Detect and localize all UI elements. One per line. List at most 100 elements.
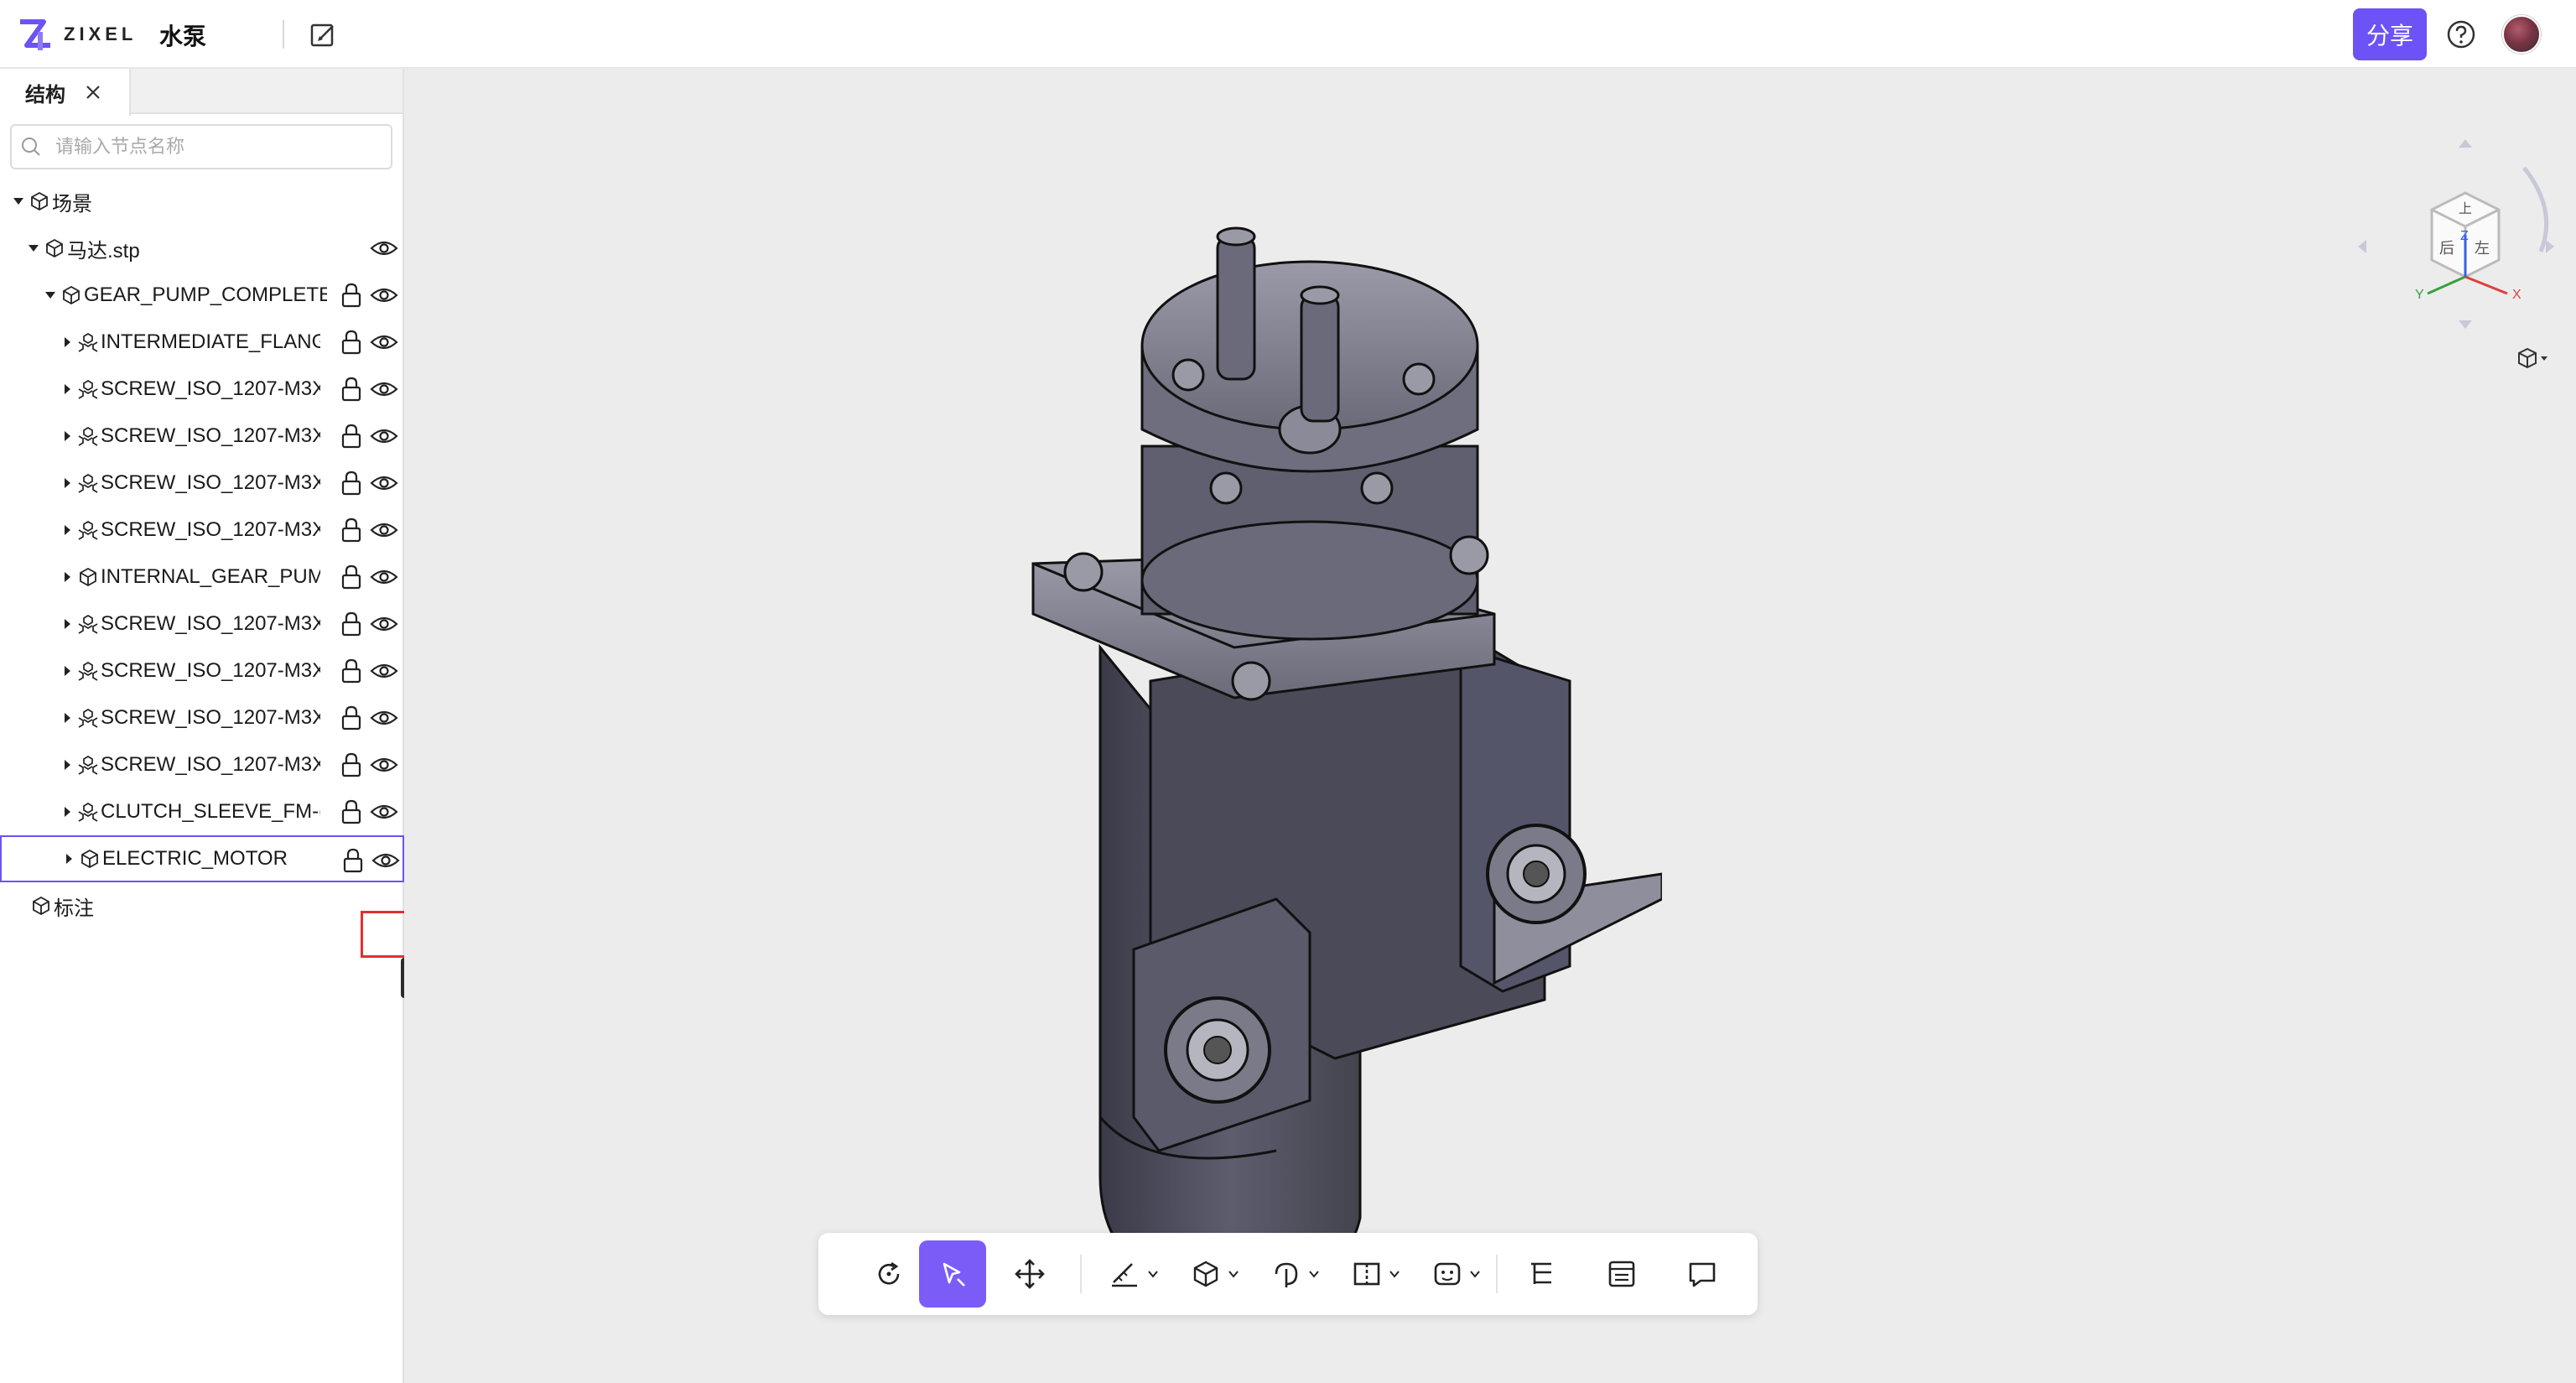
eye-icon[interactable] xyxy=(369,283,399,308)
eye-icon[interactable] xyxy=(369,377,399,402)
lock-icon[interactable] xyxy=(340,848,366,873)
tree-node-part[interactable]: SCREW_ISO_1207-M3X xyxy=(0,741,402,788)
caret-right-icon[interactable] xyxy=(60,570,74,584)
tree-node-part[interactable]: INTERNAL_GEAR_PUMP xyxy=(0,554,402,601)
measure-button[interactable] xyxy=(1100,1240,1167,1308)
chevron-down-icon xyxy=(1389,1271,1400,1278)
eye-icon[interactable] xyxy=(369,424,399,449)
eye-icon[interactable] xyxy=(369,705,399,730)
lock-icon[interactable] xyxy=(339,424,364,449)
tree-node-part[interactable]: SCREW_ISO_1207-M3X xyxy=(0,694,402,741)
select-button[interactable] xyxy=(919,1240,986,1308)
eye-icon[interactable] xyxy=(369,752,399,777)
search-icon xyxy=(18,134,44,159)
edit-document-button[interactable] xyxy=(307,18,340,52)
node-label: GEAR_PUMP_COMPLETE xyxy=(84,283,327,306)
rotate-button[interactable] xyxy=(855,1240,922,1308)
close-icon[interactable] xyxy=(84,83,102,101)
svg-text:X: X xyxy=(2512,288,2521,302)
lock-icon[interactable] xyxy=(339,330,364,355)
share-button[interactable]: 分享 xyxy=(2353,8,2427,60)
caret-right-icon[interactable] xyxy=(60,617,74,631)
search-input[interactable] xyxy=(54,135,381,159)
caret-right-icon[interactable] xyxy=(60,664,74,678)
cube-icon xyxy=(77,566,99,588)
caret-right-icon[interactable] xyxy=(60,711,74,725)
tree-node-part[interactable]: SCREW_ISO_1207-M3X xyxy=(0,366,402,413)
caret-right-icon[interactable] xyxy=(60,805,74,819)
tree-node-part[interactable]: INTERMEDIATE_FLANGE xyxy=(0,319,402,366)
caret-down-icon[interactable] xyxy=(12,195,25,208)
caret-right-icon[interactable] xyxy=(60,429,74,443)
tree-node-file[interactable]: 马达.stp xyxy=(0,225,402,272)
eye-icon[interactable] xyxy=(369,611,399,637)
eye-icon[interactable] xyxy=(371,848,401,873)
view-mode-dropdown[interactable] xyxy=(2516,344,2553,372)
eye-icon[interactable] xyxy=(369,517,399,543)
tree-node-part[interactable]: SCREW_ISO_1207-M3X xyxy=(0,460,402,507)
caret-right-icon[interactable] xyxy=(60,382,74,396)
properties-button[interactable] xyxy=(1588,1240,1655,1308)
eye-icon[interactable] xyxy=(369,564,399,590)
caret-right-icon[interactable] xyxy=(60,523,74,537)
cube-icon xyxy=(29,190,50,212)
caret-right-icon[interactable] xyxy=(60,335,74,349)
node-label: INTERMEDIATE_FLANGE xyxy=(101,330,320,353)
caret-right-icon[interactable] xyxy=(60,476,74,490)
tree-node-part[interactable]: ELECTRIC_MOTOR xyxy=(0,835,404,882)
eye-icon[interactable] xyxy=(369,658,399,684)
help-button[interactable] xyxy=(2444,17,2479,52)
lock-icon[interactable] xyxy=(339,517,364,543)
tree-node-annotations[interactable]: 标注 xyxy=(0,882,402,929)
3d-viewport[interactable]: 上 后 左 X Y Z xyxy=(404,69,2576,1383)
lock-icon[interactable] xyxy=(339,799,364,824)
caret-right-icon[interactable] xyxy=(62,852,75,866)
structure-tree-button[interactable] xyxy=(1508,1240,1575,1308)
zixel-logo-icon xyxy=(20,19,50,50)
lock-icon[interactable] xyxy=(339,283,364,308)
tree-node-part[interactable]: SCREW_ISO_1207-M3X xyxy=(0,507,402,554)
tree-node-part[interactable]: SCREW_ISO_1207-M3X xyxy=(0,413,402,460)
lock-icon[interactable] xyxy=(339,752,364,777)
node-label: SCREW_ISO_1207-M3X xyxy=(101,471,320,494)
assembly-icon xyxy=(77,378,99,400)
lock-icon[interactable] xyxy=(339,705,364,730)
tab-structure[interactable]: 结构 xyxy=(0,69,131,116)
tree-node-part[interactable]: SCREW_ISO_1207-M3X xyxy=(0,601,402,647)
node-label: SCREW_ISO_1207-M3X xyxy=(101,753,320,776)
panel-tabbar: 结构 xyxy=(0,69,402,116)
view-button[interactable] xyxy=(1342,1240,1409,1308)
assembly-icon xyxy=(77,801,99,823)
assembly-icon xyxy=(77,613,99,635)
comments-button[interactable] xyxy=(1669,1240,1736,1308)
eye-icon[interactable] xyxy=(369,330,399,355)
lock-icon[interactable] xyxy=(339,564,364,590)
caret-down-icon[interactable] xyxy=(44,289,57,302)
caret-down-icon[interactable] xyxy=(27,242,40,255)
node-label: 马达.stp xyxy=(67,239,140,263)
user-avatar[interactable] xyxy=(2502,15,2541,54)
explode-button[interactable] xyxy=(1181,1240,1248,1308)
tree-node-part[interactable]: SCREW_ISO_1207-M3X xyxy=(0,647,402,694)
tree-icon xyxy=(1531,1262,1551,1284)
view-cube[interactable]: 上 后 左 X Y Z xyxy=(2348,134,2566,344)
lock-icon[interactable] xyxy=(339,611,364,637)
eye-icon[interactable] xyxy=(369,799,399,824)
lock-icon[interactable] xyxy=(339,471,364,496)
node-label: SCREW_ISO_1207-M3X xyxy=(101,659,320,682)
tree-node-part[interactable]: CLUTCH_SLEEVE_FM-( xyxy=(0,788,402,835)
lock-icon[interactable] xyxy=(339,377,364,402)
section-button[interactable] xyxy=(1261,1240,1328,1308)
lock-icon[interactable] xyxy=(339,658,364,684)
pan-button[interactable] xyxy=(996,1240,1063,1308)
eye-icon[interactable] xyxy=(369,236,399,261)
node-label: 标注 xyxy=(54,897,94,920)
eye-icon[interactable] xyxy=(369,471,399,496)
caret-right-icon[interactable] xyxy=(60,758,74,772)
tree-node-assembly[interactable]: GEAR_PUMP_COMPLETE xyxy=(0,272,402,319)
split-view-icon xyxy=(1353,1262,1380,1286)
render-mode-button[interactable] xyxy=(1422,1240,1489,1308)
assembly-icon xyxy=(77,660,99,682)
svg-text:Y: Y xyxy=(2415,288,2424,302)
tree-node-scene[interactable]: 场景 xyxy=(0,178,402,225)
